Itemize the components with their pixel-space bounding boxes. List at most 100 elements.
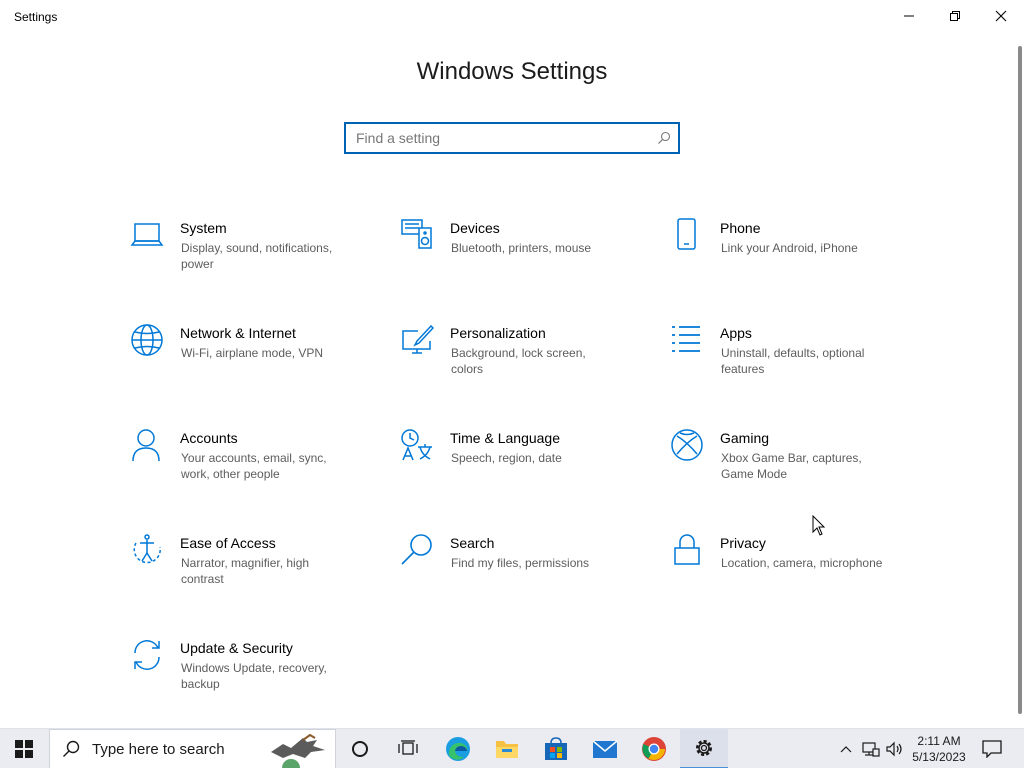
category-update-security[interactable]: Update & Security Windows Update, recove… — [130, 638, 380, 718]
window-title: Settings — [14, 10, 58, 24]
store-button[interactable] — [536, 729, 576, 768]
category-description: Your accounts, email, sync, work, other … — [181, 451, 327, 481]
vertical-scrollbar[interactable] — [1018, 46, 1022, 714]
category-description: Speech, region, date — [451, 451, 562, 465]
magnifier-icon — [400, 533, 434, 567]
chrome-icon — [642, 737, 666, 761]
category-description: Find my files, permissions — [451, 556, 590, 570]
category-description: Background, lock screen, colors — [451, 346, 586, 376]
phone-icon — [670, 218, 704, 252]
category-apps[interactable]: Apps Uninstall, defaults, optional featu… — [670, 323, 920, 403]
volume-icon — [886, 741, 902, 757]
personalization-icon — [400, 323, 435, 357]
category-privacy[interactable]: Privacy Location, camera, microphone — [670, 533, 920, 613]
category-title: System — [180, 220, 227, 236]
minimize-button[interactable] — [886, 0, 932, 32]
close-button[interactable] — [978, 0, 1024, 32]
mail-icon — [592, 740, 618, 758]
category-devices[interactable]: Devices Bluetooth, printers, mouse — [400, 218, 650, 298]
category-title: Gaming — [720, 430, 770, 446]
category-description: Windows Update, recovery, backup — [181, 661, 327, 691]
time-language-icon — [400, 428, 434, 462]
mail-button[interactable] — [585, 729, 625, 768]
start-button[interactable] — [0, 729, 48, 768]
category-search[interactable]: Search Find my files, permissions — [400, 533, 650, 613]
search-highlight-illustration — [271, 733, 325, 768]
windows-logo-icon — [15, 740, 33, 758]
search-icon — [650, 124, 678, 152]
devices-icon — [400, 218, 434, 252]
category-title: Apps — [720, 325, 752, 341]
category-gaming[interactable]: Gaming Xbox Game Bar, captures, Game Mod… — [670, 428, 920, 508]
mouse-cursor-icon — [812, 515, 826, 536]
category-system[interactable]: System Display, sound, notifications, po… — [130, 218, 380, 298]
volume-tray-button[interactable] — [884, 729, 906, 768]
edge-button[interactable] — [438, 729, 478, 768]
category-phone[interactable]: Phone Link your Android, iPhone — [670, 218, 920, 298]
category-title: Devices — [450, 220, 500, 236]
category-ease-of-access[interactable]: Ease of Access Narrator, magnifier, high… — [130, 533, 380, 613]
show-hidden-icons-button[interactable] — [836, 729, 856, 768]
restore-icon — [950, 11, 960, 21]
laptop-icon — [130, 218, 164, 252]
taskbar-search-label: Type here to search — [92, 740, 225, 758]
task-view-icon — [398, 740, 418, 755]
globe-icon — [130, 323, 164, 357]
category-description: Bluetooth, printers, mouse — [451, 241, 592, 255]
cortana-icon — [352, 741, 368, 757]
action-center-button[interactable] — [978, 729, 1006, 768]
settings-gear-icon — [696, 740, 712, 756]
clock[interactable]: 2:11 AM 5/13/2023 — [904, 733, 974, 765]
chrome-button[interactable] — [634, 729, 674, 768]
category-title: Accounts — [180, 430, 238, 446]
xbox-icon — [670, 428, 704, 462]
sync-arrows-icon — [130, 638, 164, 672]
network-icon — [862, 742, 880, 757]
title-bar: Settings — [0, 0, 1024, 34]
task-view-button[interactable] — [388, 729, 428, 768]
person-icon — [130, 428, 164, 462]
taskbar: Type here to search 2:11 AM 5/13/2023 — [0, 728, 1024, 768]
store-icon — [545, 737, 567, 760]
notification-icon — [982, 740, 1002, 758]
category-description: Wi-Fi, airplane mode, VPN — [181, 346, 324, 360]
category-description: Narrator, magnifier, high contrast — [181, 556, 310, 586]
category-description: Display, sound, notifications, power — [181, 241, 333, 271]
category-time-language[interactable]: Time & Language Speech, region, date — [400, 428, 650, 508]
category-title: Privacy — [720, 535, 766, 551]
file-explorer-button[interactable] — [487, 729, 527, 768]
category-title: Personalization — [450, 325, 546, 341]
category-description: Location, camera, microphone — [721, 556, 883, 570]
category-title: Time & Language — [450, 430, 560, 446]
taskbar-search-box[interactable]: Type here to search — [49, 729, 336, 768]
category-accounts[interactable]: Accounts Your accounts, email, sync, wor… — [130, 428, 380, 508]
ease-of-access-icon — [130, 533, 164, 567]
edge-icon — [446, 737, 470, 761]
category-title: Network & Internet — [180, 325, 296, 341]
category-description: Link your Android, iPhone — [721, 241, 858, 255]
category-title: Search — [450, 535, 495, 551]
search-input[interactable] — [346, 124, 650, 152]
category-description: Uninstall, defaults, optional features — [721, 346, 865, 376]
settings-search-box[interactable] — [344, 122, 680, 154]
category-network-internet[interactable]: Network & Internet Wi-Fi, airplane mode,… — [130, 323, 380, 403]
network-tray-button[interactable] — [860, 729, 882, 768]
category-personalization[interactable]: Personalization Background, lock screen,… — [400, 323, 650, 403]
category-title: Update & Security — [180, 640, 293, 656]
lock-icon — [670, 533, 704, 567]
clock-time: 2:11 AM — [917, 734, 961, 748]
search-icon — [63, 740, 80, 757]
clock-date: 5/13/2023 — [912, 750, 966, 764]
apps-list-icon — [670, 323, 704, 357]
category-title: Phone — [720, 220, 761, 236]
chevron-up-icon — [840, 746, 852, 753]
minimize-icon — [904, 15, 914, 17]
page-title: Windows Settings — [416, 58, 608, 85]
category-description: Xbox Game Bar, captures, Game Mode — [721, 451, 862, 481]
close-icon — [995, 10, 1007, 22]
restore-button[interactable] — [932, 0, 978, 32]
settings-taskbar-button[interactable] — [680, 729, 728, 768]
cortana-button[interactable] — [340, 729, 380, 768]
file-explorer-icon — [496, 741, 518, 758]
category-title: Ease of Access — [180, 535, 276, 551]
